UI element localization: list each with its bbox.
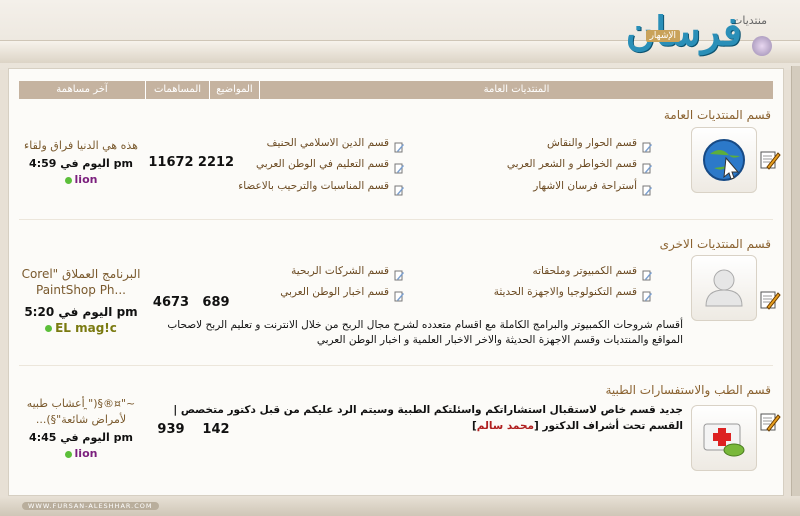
- category-title[interactable]: قسم المنتديات الاخرى: [660, 237, 771, 251]
- pen-icon: [759, 289, 781, 311]
- forum-icon: [642, 181, 653, 196]
- forum-link[interactable]: قسم الدين الاسلامي الحنيف: [267, 137, 389, 149]
- forum-link[interactable]: قسم اخبار الوطن العربي: [280, 286, 389, 298]
- forum-icon: [394, 181, 405, 196]
- last-post-user[interactable]: lion: [21, 173, 141, 186]
- user-icon: [691, 255, 757, 321]
- footer-url[interactable]: WWW.FURSAN-ALESHHAR.COM: [22, 502, 159, 510]
- forum-link[interactable]: قسم الكمبيوتر وملحقاته: [532, 265, 637, 277]
- pen-icon: [759, 411, 781, 433]
- forum-icon: [394, 266, 405, 281]
- table-header: آخر مساهمة المساهمات المواضيع المنتديات …: [19, 81, 773, 99]
- col-last-post: آخر مساهمة: [56, 84, 108, 95]
- last-post-title[interactable]: ~"¤®§("̯ أعشاب طبيه: [21, 397, 141, 410]
- forum-link[interactable]: قسم التعليم في الوطن العربي: [256, 158, 389, 170]
- moderator-label: القسم تحت أشراف الدكتور: [542, 420, 684, 432]
- posts-count: 11672: [148, 155, 194, 170]
- username[interactable]: lion: [75, 447, 98, 460]
- last-post-title[interactable]: البرنامج العملاق "Corel: [21, 267, 141, 281]
- forum-icon: [394, 159, 405, 174]
- col-posts: المساهمات: [145, 81, 209, 99]
- posts-count: 939: [157, 422, 185, 437]
- flower-icon: [752, 36, 772, 56]
- category-title[interactable]: قسم الطب والاستفسارات الطبية: [605, 383, 771, 397]
- divider: [19, 219, 773, 220]
- logo-text: فرسان: [625, 8, 744, 55]
- online-status-icon: [45, 325, 53, 332]
- username[interactable]: lion: [75, 173, 98, 186]
- globe-icon: [691, 127, 757, 193]
- posts-count: 4673: [152, 295, 190, 310]
- category-description: أقسام شروحات الكمبيوتر والبرامج الكاملة …: [167, 319, 683, 346]
- forum-link[interactable]: قسم التكنولوجيا والاجهزة الحديثة: [494, 286, 637, 298]
- scrollbar[interactable]: [791, 66, 800, 506]
- forum-link[interactable]: قسم الشركات الربحية: [291, 265, 389, 277]
- forum-link[interactable]: قسم الخواطر و الشعر العربي: [507, 158, 637, 170]
- last-post-user[interactable]: lion: [21, 447, 141, 460]
- col-forums: المنتديات العامة: [259, 81, 773, 99]
- online-status-icon: [64, 450, 72, 458]
- forum-icon: [394, 138, 405, 153]
- col-topics: المواضيع: [209, 81, 259, 99]
- last-post-title[interactable]: هذه هي الدنيا فراق ولقاء: [21, 139, 141, 152]
- forum-index-panel: آخر مساهمة المساهمات المواضيع المنتديات …: [8, 68, 784, 496]
- forum-icon: [642, 266, 653, 281]
- forum-link[interactable]: أستراحة فرسان الاشهار: [533, 180, 637, 192]
- last-post-title-cont[interactable]: لأمراض شائعة"§)...: [21, 413, 141, 426]
- forum-link[interactable]: قسم المناسبات والترحيب بالاعضاء: [238, 180, 389, 192]
- site-logo[interactable]: منتديات فرسان الإشهار: [622, 2, 772, 66]
- bracket: [: [534, 420, 539, 432]
- moderator-link[interactable]: محمد سالم: [477, 420, 534, 432]
- last-post-time: اليوم في 4:45 pm: [29, 431, 133, 444]
- online-status-icon: [64, 176, 72, 184]
- divider: [19, 365, 773, 366]
- category-title[interactable]: قسم المنتديات العامة: [664, 108, 771, 122]
- logo-badge: الإشهار: [645, 30, 680, 42]
- last-post-time: اليوم في 4:59 pm: [29, 157, 133, 170]
- forum-icon: [642, 159, 653, 174]
- last-post-time: اليوم في 5:20 pm: [24, 305, 138, 319]
- forum-page: منتديات فرسان الإشهار آخر مساهمة المساهم…: [0, 0, 800, 516]
- last-post-title-cont[interactable]: ...PaintShop Ph: [21, 283, 141, 297]
- forum-icon: [642, 138, 653, 153]
- category-description: جديد قسم خاص لاستقبال استشاراتكم واسئلتك…: [173, 404, 683, 416]
- forum-link[interactable]: قسم الحوار والنقاش: [547, 137, 637, 149]
- last-post-user[interactable]: EL mag!c: [21, 321, 141, 335]
- pen-icon: [759, 149, 781, 171]
- forum-icon: [394, 287, 405, 302]
- forum-icon: [642, 287, 653, 302]
- first-aid-icon: [691, 405, 757, 471]
- username[interactable]: EL mag!c: [55, 321, 117, 335]
